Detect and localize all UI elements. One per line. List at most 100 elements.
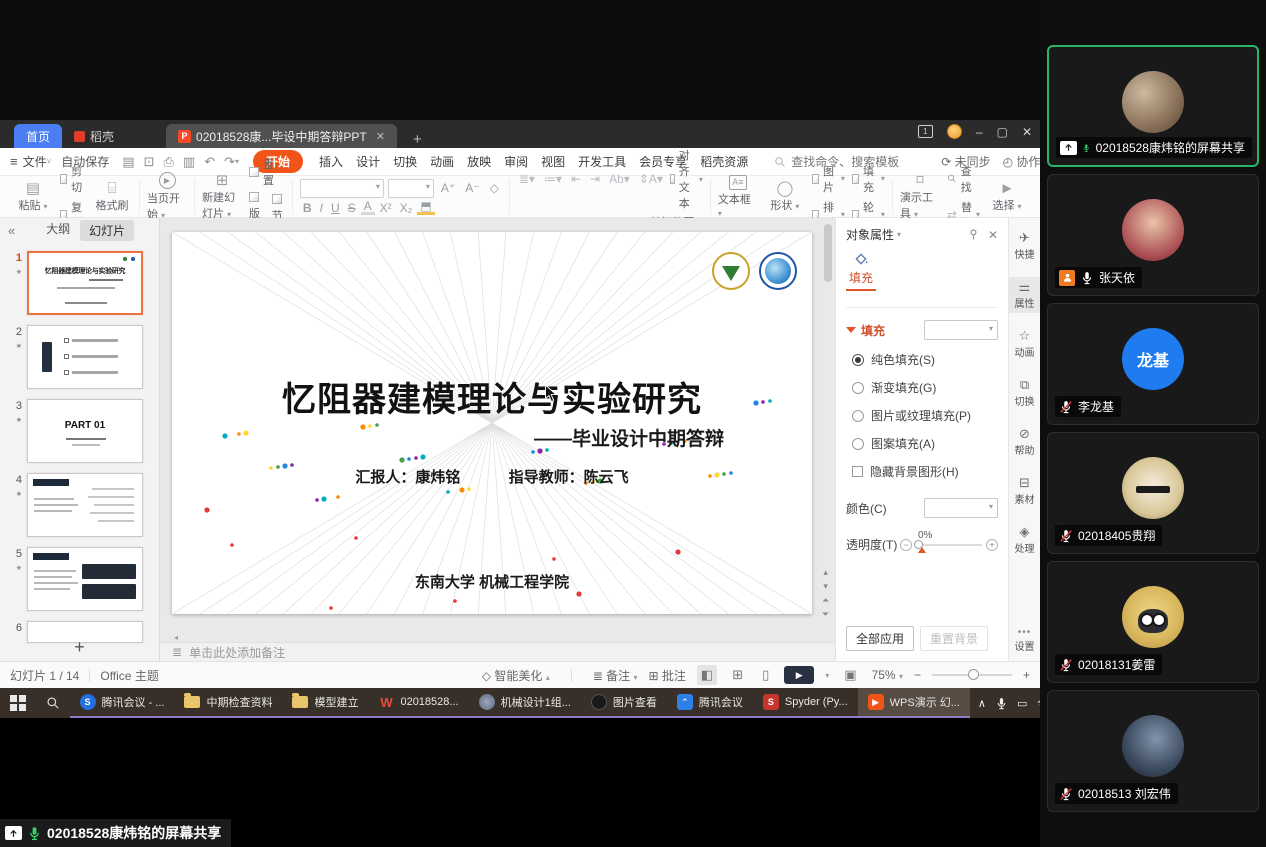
fill-preset-combo[interactable]: [924, 320, 998, 340]
notes-toggle-button[interactable]: ≣ 备注 ▾: [593, 667, 638, 684]
menu-tab-animation[interactable]: 动画: [430, 153, 454, 170]
thumbnail-slide-2[interactable]: [27, 325, 143, 389]
export-icon[interactable]: ⊡: [144, 154, 155, 170]
slider-thumb[interactable]: [914, 540, 923, 549]
new-tab-button[interactable]: +: [407, 131, 428, 148]
single-page-view-icon[interactable]: 1: [918, 125, 933, 138]
menu-tab-insert[interactable]: 插入: [319, 153, 343, 170]
slide-thumbnail-row[interactable]: 2★: [2, 325, 153, 389]
sidebar-item-settings[interactable]: ••• 设置: [1009, 624, 1040, 653]
find-button[interactable]: 查找: [947, 163, 980, 195]
tab-docer[interactable]: 稻壳: [62, 124, 126, 148]
taskbar-app-folder1[interactable]: 中期检查资料: [174, 688, 282, 718]
undo-icon[interactable]: ↶: [204, 154, 215, 170]
menu-tab-transition[interactable]: 切换: [393, 153, 417, 170]
fit-window-icon[interactable]: ▣: [840, 665, 860, 685]
bold-button[interactable]: B: [300, 201, 315, 215]
sidebar-item-transition[interactable]: ⧉切换: [1009, 375, 1040, 411]
close-document-icon[interactable]: ✕: [376, 130, 385, 143]
zoom-slider[interactable]: [932, 674, 1012, 676]
tray-mic-icon[interactable]: [995, 697, 1008, 710]
sidebar-item-properties[interactable]: ⚌属性: [1009, 277, 1040, 313]
menu-tab-docer-res[interactable]: 稻壳资源: [700, 153, 748, 170]
select-button[interactable]: ► 选择 ▾: [987, 181, 1027, 213]
decrease-icon[interactable]: −: [900, 539, 912, 551]
hamburger-icon[interactable]: ≡: [10, 154, 18, 169]
tab-document[interactable]: P 02018528康...毕设中期答辩PPT ✕: [166, 124, 397, 148]
thumbnail-slide-3[interactable]: PART 01: [27, 399, 143, 463]
option-gradient-fill[interactable]: 渐变填充(G): [846, 379, 998, 396]
new-slide-button[interactable]: ⊞ 新建幻灯片 ▾: [202, 173, 242, 221]
zoom-in-icon[interactable]: +: [1023, 668, 1030, 682]
taskbar-app-wpp-active[interactable]: ▶ WPS演示 幻...: [858, 688, 970, 718]
taskbar-app-spyder[interactable]: S Spyder (Py...: [753, 688, 858, 718]
slide-editor[interactable]: 忆阻器建模理论与实验研究 ——毕业设计中期答辩 汇报人：康炜铭 指导教师：陈云飞…: [160, 218, 835, 633]
text-direction-icon[interactable]: Ab▾: [607, 172, 632, 186]
pin-panel-icon[interactable]: [967, 228, 980, 241]
reset-background-button[interactable]: 重置背景: [920, 626, 988, 651]
superscript-button[interactable]: X²: [377, 201, 395, 215]
zoom-level[interactable]: 75% ▾: [872, 668, 903, 682]
taskbar-app-folder2[interactable]: 模型建立: [282, 688, 368, 718]
participant-tile[interactable]: 02018131姜雷: [1047, 561, 1259, 683]
redo-icon[interactable]: ↷: [224, 154, 235, 170]
decrease-font-icon[interactable]: A⁻: [462, 181, 482, 195]
add-slide-button[interactable]: +: [0, 635, 159, 659]
fill-tab[interactable]: 填充: [846, 251, 876, 291]
participant-tile[interactable]: 02018513 刘宏伟: [1047, 690, 1259, 812]
textbox-button[interactable]: A≡ 文本框 ▾: [718, 175, 758, 219]
slide-thumbnail-row[interactable]: 4★: [2, 473, 153, 537]
sidebar-item-quick[interactable]: ✈快捷: [1009, 228, 1040, 264]
align-text-button[interactable]: 对齐文本▾: [670, 147, 703, 211]
sidebar-item-help[interactable]: ⊘帮助: [1009, 424, 1040, 460]
zoom-slider-thumb[interactable]: [968, 669, 979, 680]
shape-button[interactable]: ◯ 形状 ▾: [765, 181, 805, 213]
file-menu[interactable]: 文件: [23, 153, 47, 170]
line-spacing-icon[interactable]: ⇕A▾: [637, 172, 665, 186]
strikethrough-button[interactable]: S: [345, 201, 359, 215]
vertical-scrollbar[interactable]: ▴ ▾ ⏶ ⏷: [824, 222, 832, 620]
thumbnail-slide-1[interactable]: 忆阻器建模理论与实验研究: [27, 251, 143, 315]
bullet-list-icon[interactable]: ≣▾: [517, 172, 537, 186]
participant-tile[interactable]: 张天依: [1047, 174, 1259, 296]
present-tools-button[interactable]: ⌑ 演示工具 ▾: [900, 173, 940, 221]
tray-display-icon[interactable]: ▭: [1017, 697, 1027, 710]
font-family-combo[interactable]: [300, 179, 384, 198]
transparency-slider[interactable]: − 0% +: [900, 539, 998, 551]
participant-tile-sharing[interactable]: 02018528康炜铭的屏幕共享: [1047, 45, 1259, 167]
notes-bar[interactable]: ≣ 单击此处添加备注: [160, 642, 835, 661]
play-from-page-button[interactable]: ▶ 当页开始 ▾: [147, 172, 187, 222]
format-painter-button[interactable]: ⌸ 格式刷: [92, 181, 132, 213]
numbered-list-icon[interactable]: ≔▾: [542, 172, 564, 186]
taskbar-app-qq-group[interactable]: 机械设计1组...: [469, 688, 581, 718]
subscript-button[interactable]: X₂: [397, 201, 416, 215]
thumbnail-slide-4[interactable]: [27, 473, 143, 537]
prev-slide-icon[interactable]: ⏶: [822, 595, 829, 606]
thumbnail-slide-5[interactable]: [27, 547, 143, 611]
taskbar-app-wps[interactable]: W 02018528...: [368, 688, 468, 718]
horizontal-scrollbar[interactable]: ◂: [174, 633, 821, 642]
notes-placeholder[interactable]: 单击此处添加备注: [189, 644, 285, 661]
fill-button[interactable]: 填充▾: [852, 163, 885, 195]
fill-section-header[interactable]: 填充: [846, 307, 998, 340]
member-avatar-icon[interactable]: [947, 124, 962, 139]
minimize-button[interactable]: –: [976, 125, 983, 139]
increase-icon[interactable]: +: [986, 539, 998, 551]
props-caret-icon[interactable]: ▾: [897, 230, 901, 239]
sidebar-item-material[interactable]: ⊟素材: [1009, 473, 1040, 509]
color-picker-combo[interactable]: [924, 498, 998, 518]
close-window-button[interactable]: ✕: [1022, 125, 1032, 139]
sorter-view-icon[interactable]: ⊞: [728, 665, 747, 685]
scroll-left-icon[interactable]: ◂: [174, 633, 178, 642]
tab-home[interactable]: 首页: [14, 124, 62, 148]
font-color-button[interactable]: A: [361, 201, 375, 215]
reset-button[interactable]: 重置: [249, 156, 285, 188]
taskbar-app-image-viewer[interactable]: 图片查看: [581, 688, 667, 718]
slide-thumbnail-row[interactable]: 3★ PART 01: [2, 399, 153, 463]
collab-button[interactable]: ◴ 协作: [1003, 153, 1041, 170]
increase-font-icon[interactable]: A⁺: [438, 181, 458, 195]
start-button[interactable]: [0, 688, 36, 718]
font-size-combo[interactable]: [388, 179, 434, 198]
taskbar-app-meeting[interactable]: S 腾讯会议 - ...: [70, 688, 175, 718]
scroll-up-icon[interactable]: ▴: [822, 567, 829, 578]
